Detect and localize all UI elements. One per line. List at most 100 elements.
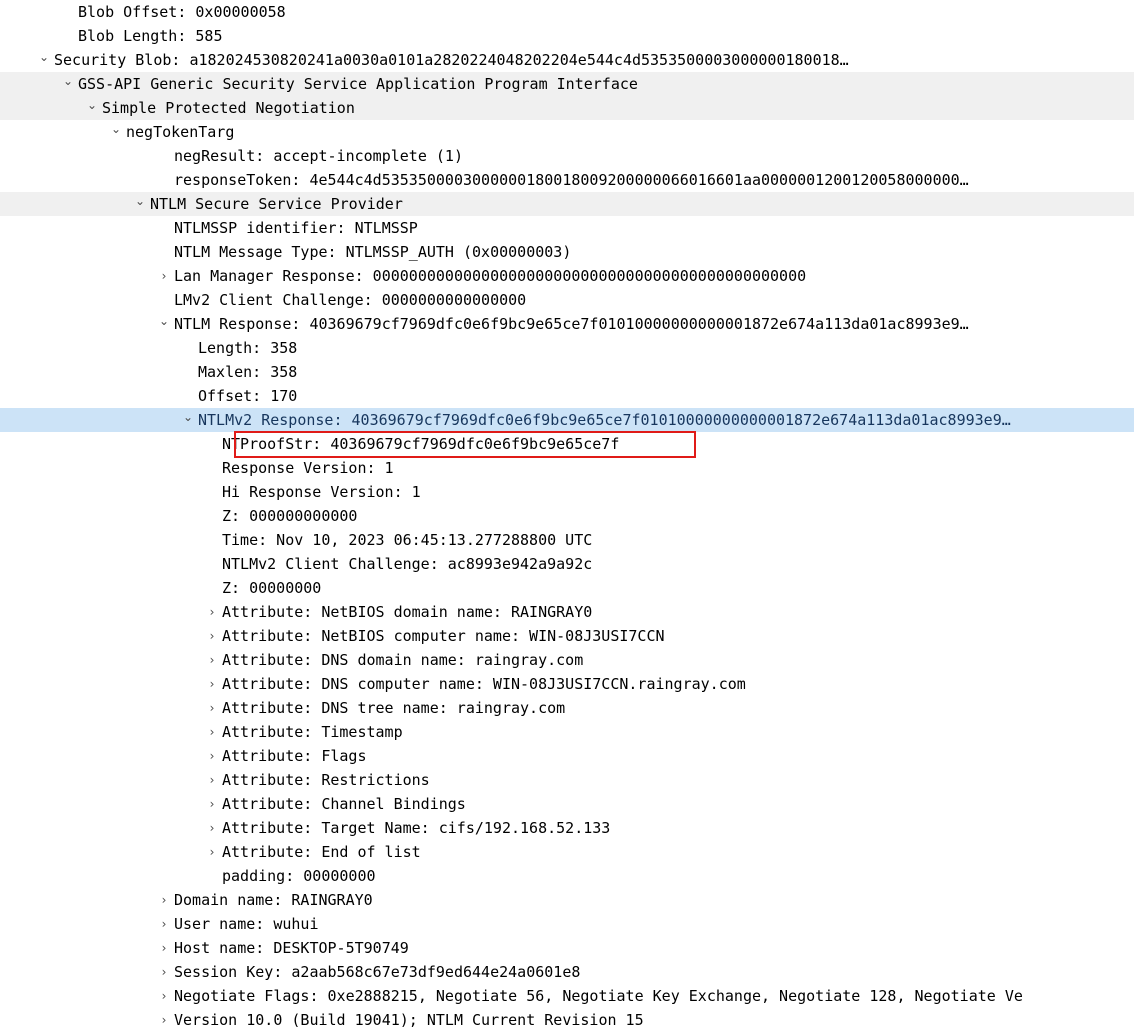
chevron-down-icon[interactable] [60, 72, 76, 96]
tree-row-domain-name[interactable]: Domain name: RAINGRAY0 [0, 888, 1134, 912]
chevron-right-icon[interactable] [204, 624, 220, 648]
tree-row-lan-manager-response[interactable]: Lan Manager Response: 000000000000000000… [0, 264, 1134, 288]
tree-row-label: Attribute: Target Name: cifs/192.168.52.… [222, 819, 611, 837]
tree-row-label: NTLM Message Type: NTLMSSP_AUTH (0x00000… [174, 243, 572, 261]
tree-row-session-key[interactable]: Session Key: a2aab568c67e73df9ed644e24a0… [0, 960, 1134, 984]
tree-row-response-version[interactable]: Response Version: 1 [0, 456, 1134, 480]
tree-row-z-2[interactable]: Z: 00000000 [0, 576, 1134, 600]
chevron-right-icon[interactable] [156, 960, 172, 984]
tree-row-label: Maxlen: 358 [198, 363, 298, 381]
tree-row-label: Version 10.0 (Build 19041); NTLM Current… [174, 1011, 644, 1029]
tree-row-host-name[interactable]: Host name: DESKTOP-5T90749 [0, 936, 1134, 960]
tree-row-label: Session Key: a2aab568c67e73df9ed644e24a0… [174, 963, 581, 981]
tree-row-attr-channel-bindings[interactable]: Attribute: Channel Bindings [0, 792, 1134, 816]
tree-row-version[interactable]: Version 10.0 (Build 19041); NTLM Current… [0, 1008, 1134, 1032]
tree-row-label: Attribute: NetBIOS computer name: WIN-08… [222, 627, 665, 645]
tree-row-label: Attribute: End of list [222, 843, 421, 861]
tree-row-label: Attribute: Flags [222, 747, 367, 765]
tree-row-time[interactable]: Time: Nov 10, 2023 06:45:13.277288800 UT… [0, 528, 1134, 552]
tree-row-label: Attribute: DNS tree name: raingray.com [222, 699, 566, 717]
tree-row-offset[interactable]: Offset: 170 [0, 384, 1134, 408]
tree-row-ntlm-message-type[interactable]: NTLM Message Type: NTLMSSP_AUTH (0x00000… [0, 240, 1134, 264]
tree-row-ntproofstr[interactable]: NTProofStr: 40369679cf7969dfc0e6f9bc9e65… [0, 432, 1134, 456]
tree-row-blob-length[interactable]: Blob Length: 585 [0, 24, 1134, 48]
chevron-right-icon[interactable] [204, 672, 220, 696]
tree-row-attr-restrictions[interactable]: Attribute: Restrictions [0, 768, 1134, 792]
tree-row-gss-api[interactable]: GSS-API Generic Security Service Applica… [0, 72, 1134, 96]
tree-row-attr-end-of-list[interactable]: Attribute: End of list [0, 840, 1134, 864]
tree-row-label: responseToken: 4e544c4d53535000030000001… [174, 171, 969, 189]
tree-row-z-1[interactable]: Z: 000000000000 [0, 504, 1134, 528]
tree-row-security-blob[interactable]: Security Blob: a182024530820241a0030a010… [0, 48, 1134, 72]
tree-row-label: Time: Nov 10, 2023 06:45:13.277288800 UT… [222, 531, 593, 549]
tree-row-padding[interactable]: padding: 00000000 [0, 864, 1134, 888]
tree-row-label: Attribute: Channel Bindings [222, 795, 466, 813]
chevron-right-icon[interactable] [204, 840, 220, 864]
tree-row-label: Blob Length: 585 [78, 27, 223, 45]
chevron-right-icon[interactable] [156, 888, 172, 912]
chevron-down-icon[interactable] [132, 192, 148, 216]
tree-row-attr-timestamp[interactable]: Attribute: Timestamp [0, 720, 1134, 744]
tree-row-attr-dns-domain[interactable]: Attribute: DNS domain name: raingray.com [0, 648, 1134, 672]
chevron-right-icon[interactable] [156, 1008, 172, 1032]
chevron-right-icon[interactable] [204, 720, 220, 744]
chevron-right-icon[interactable] [156, 264, 172, 288]
tree-row-label: Attribute: Timestamp [222, 723, 403, 741]
tree-row-ntlm-response[interactable]: NTLM Response: 40369679cf7969dfc0e6f9bc9… [0, 312, 1134, 336]
tree-row-negotiate-flags[interactable]: Negotiate Flags: 0xe2888215, Negotiate 5… [0, 984, 1134, 1008]
tree-row-attr-netbios-domain[interactable]: Attribute: NetBIOS domain name: RAINGRAY… [0, 600, 1134, 624]
tree-row-ntlmv2-client-challenge[interactable]: NTLMv2 Client Challenge: ac8993e942a9a92… [0, 552, 1134, 576]
chevron-right-icon[interactable] [204, 648, 220, 672]
tree-row-label: Attribute: DNS domain name: raingray.com [222, 651, 584, 669]
chevron-right-icon[interactable] [204, 792, 220, 816]
tree-row-spnego[interactable]: Simple Protected Negotiation [0, 96, 1134, 120]
tree-row-attr-netbios-computer[interactable]: Attribute: NetBIOS computer name: WIN-08… [0, 624, 1134, 648]
tree-row-blob-offset[interactable]: Blob Offset: 0x00000058 [0, 0, 1134, 24]
tree-row-label: Z: 000000000000 [222, 507, 358, 525]
chevron-down-icon[interactable] [84, 96, 100, 120]
tree-row-label: NTLMv2 Client Challenge: ac8993e942a9a92… [222, 555, 593, 573]
tree-row-label: NTLMSSP identifier: NTLMSSP [174, 219, 418, 237]
tree-row-hi-response-version[interactable]: Hi Response Version: 1 [0, 480, 1134, 504]
tree-row-user-name[interactable]: User name: wuhui [0, 912, 1134, 936]
packet-details-tree[interactable]: Blob Offset: 0x00000058 Blob Length: 585 S… [0, 0, 1134, 1032]
tree-row-ntlmssp-identifier[interactable]: NTLMSSP identifier: NTLMSSP [0, 216, 1134, 240]
tree-row-attr-target-name[interactable]: Attribute: Target Name: cifs/192.168.52.… [0, 816, 1134, 840]
tree-row-attr-flags[interactable]: Attribute: Flags [0, 744, 1134, 768]
tree-row-label: Offset: 170 [198, 387, 298, 405]
chevron-right-icon[interactable] [156, 912, 172, 936]
tree-row-label: User name: wuhui [174, 915, 319, 933]
tree-row-label: negResult: accept-incomplete (1) [174, 147, 463, 165]
chevron-down-icon[interactable] [108, 120, 124, 144]
tree-row-ntlmv2-response[interactable]: NTLMv2 Response: 40369679cf7969dfc0e6f9b… [0, 408, 1134, 432]
tree-row-label: Length: 358 [198, 339, 298, 357]
tree-row-ntlmssp[interactable]: NTLM Secure Service Provider [0, 192, 1134, 216]
chevron-right-icon[interactable] [204, 696, 220, 720]
tree-row-negtokentarg[interactable]: negTokenTarg [0, 120, 1134, 144]
tree-row-attr-dns-computer[interactable]: Attribute: DNS computer name: WIN-08J3US… [0, 672, 1134, 696]
tree-row-label: Simple Protected Negotiation [102, 99, 355, 117]
chevron-down-icon[interactable] [36, 48, 52, 72]
tree-row-label: Attribute: NetBIOS domain name: RAINGRAY… [222, 603, 593, 621]
tree-row-responsetoken[interactable]: responseToken: 4e544c4d53535000030000001… [0, 168, 1134, 192]
chevron-right-icon[interactable] [204, 744, 220, 768]
tree-row-lmv2-client-challenge[interactable]: LMv2 Client Challenge: 0000000000000000 [0, 288, 1134, 312]
chevron-right-icon[interactable] [204, 600, 220, 624]
chevron-right-icon[interactable] [204, 816, 220, 840]
chevron-down-icon[interactable] [180, 408, 196, 432]
tree-row-maxlen[interactable]: Maxlen: 358 [0, 360, 1134, 384]
tree-row-negresult[interactable]: negResult: accept-incomplete (1) [0, 144, 1134, 168]
chevron-right-icon[interactable] [156, 984, 172, 1008]
tree-row-label: NTProofStr: 40369679cf7969dfc0e6f9bc9e65… [222, 435, 620, 453]
tree-row-label: padding: 00000000 [222, 867, 376, 885]
tree-row-length[interactable]: Length: 358 [0, 336, 1134, 360]
tree-row-label: negTokenTarg [126, 123, 235, 141]
tree-row-label: LMv2 Client Challenge: 0000000000000000 [174, 291, 527, 309]
tree-row-label: Response Version: 1 [222, 459, 394, 477]
tree-row-attr-dns-tree[interactable]: Attribute: DNS tree name: raingray.com [0, 696, 1134, 720]
chevron-right-icon[interactable] [204, 768, 220, 792]
chevron-down-icon[interactable] [156, 312, 172, 336]
tree-row-label: Domain name: RAINGRAY0 [174, 891, 373, 909]
chevron-right-icon[interactable] [156, 936, 172, 960]
tree-row-label: Z: 00000000 [222, 579, 322, 597]
